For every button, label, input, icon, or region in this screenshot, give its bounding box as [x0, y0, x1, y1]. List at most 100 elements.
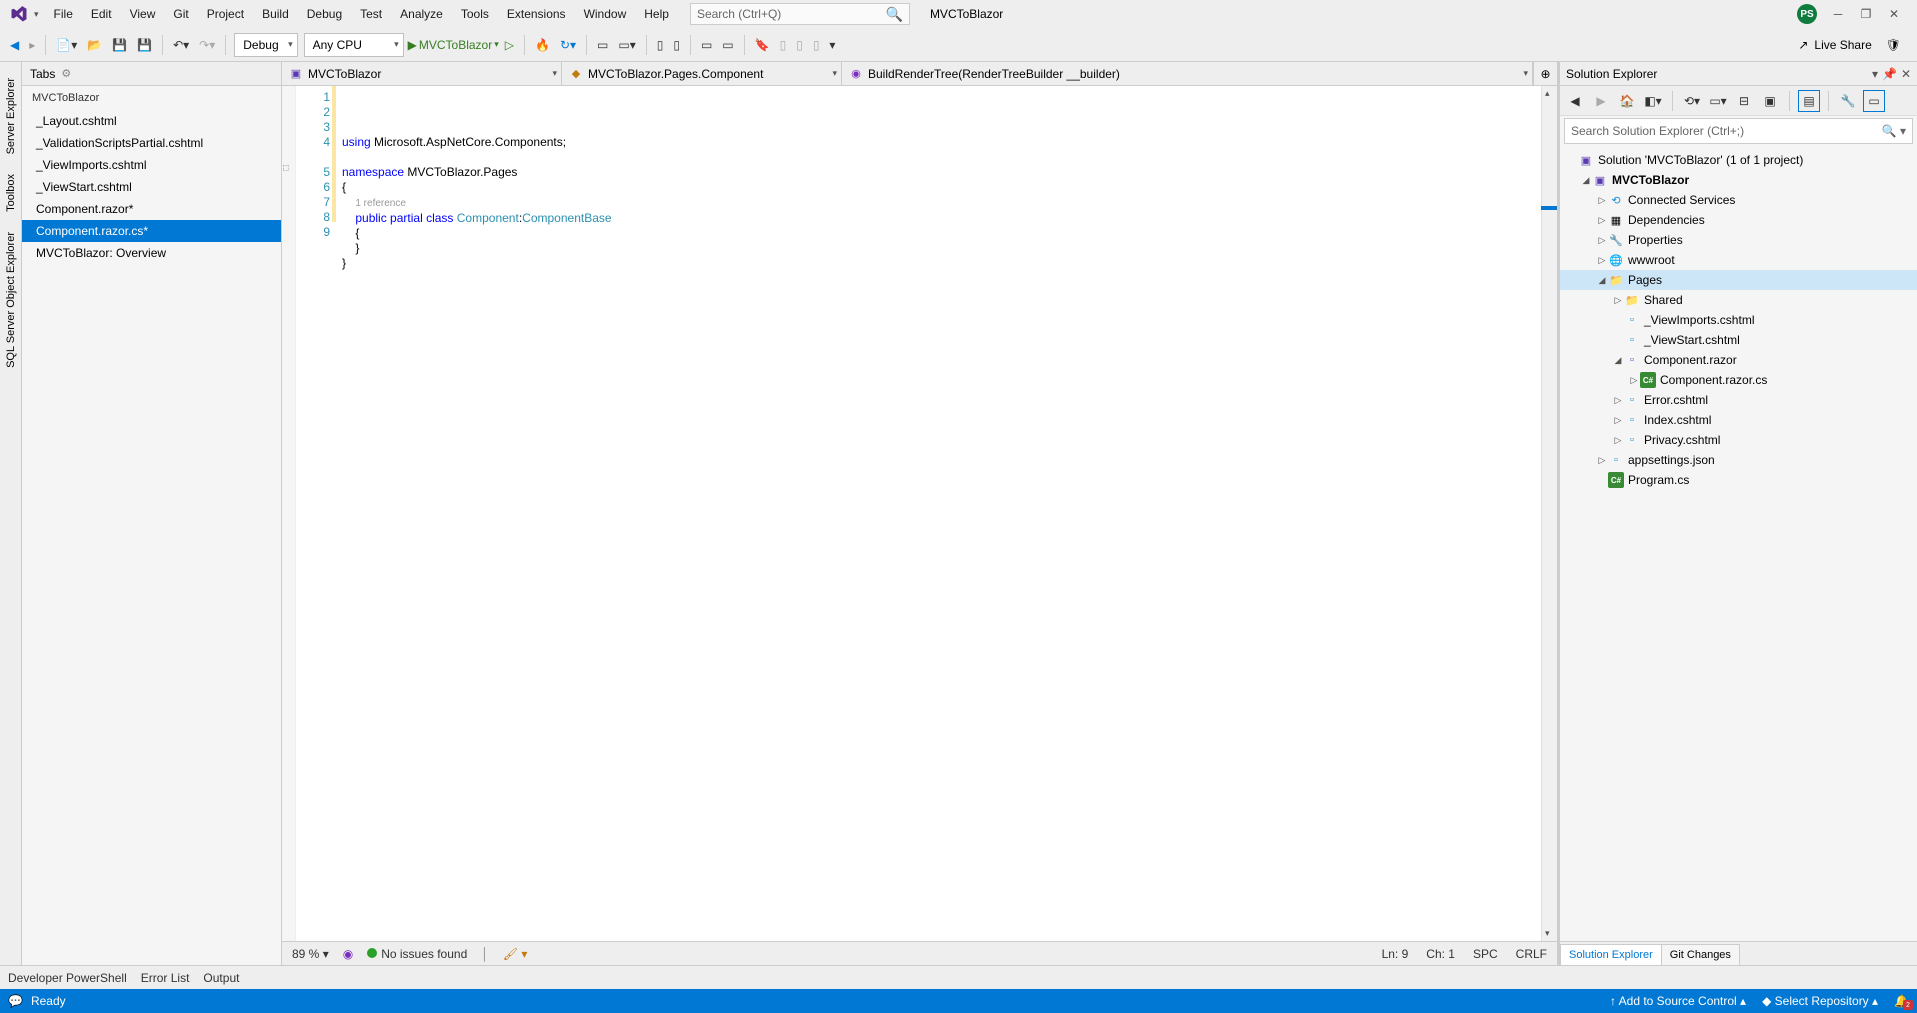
tb-icon-5[interactable]: ▭: [697, 36, 716, 54]
tb-icon-3[interactable]: ▯: [653, 36, 668, 54]
start-without-debug-button[interactable]: ▷: [501, 36, 518, 54]
user-avatar[interactable]: PS: [1797, 4, 1817, 24]
tb-icon-6[interactable]: ▭: [718, 36, 737, 54]
tb-icon-4[interactable]: ▯: [669, 36, 684, 54]
nav-scope-member[interactable]: ◉ BuildRenderTree(RenderTreeBuilder __bu…: [842, 62, 1533, 85]
tab-entry[interactable]: _Layout.cshtml: [22, 110, 281, 132]
no-issues-indicator[interactable]: No issues found: [367, 947, 467, 961]
redo-button[interactable]: ↷▾: [195, 36, 219, 54]
undo-button[interactable]: ↶▾: [169, 36, 193, 54]
show-all-icon[interactable]: ▣: [1759, 90, 1781, 112]
tab-entry[interactable]: Component.razor.cs*: [22, 220, 281, 242]
preview-selected-icon[interactable]: ▭: [1863, 90, 1885, 112]
eol-indicator[interactable]: CRLF: [1516, 947, 1547, 961]
nav-back-button[interactable]: ◀: [6, 36, 23, 54]
tab-solution-explorer[interactable]: Solution Explorer: [1560, 944, 1662, 965]
menu-view[interactable]: View: [121, 7, 165, 21]
health-indicator[interactable]: ◉: [343, 947, 353, 961]
sync-icon[interactable]: ⟲▾: [1681, 90, 1703, 112]
close-button[interactable]: ✕: [1887, 7, 1901, 21]
properties-icon[interactable]: 🔧: [1837, 90, 1859, 112]
maximize-button[interactable]: ❐: [1859, 7, 1873, 21]
appsettings-node[interactable]: ▷▫appsettings.json: [1560, 450, 1917, 470]
tab-entry[interactable]: _ViewStart.cshtml: [22, 176, 281, 198]
notifications-button[interactable]: 🔔2: [1894, 994, 1909, 1008]
new-item-button[interactable]: 📄▾: [52, 36, 81, 54]
fwd-icon[interactable]: ▶: [1590, 90, 1612, 112]
wwwroot-node[interactable]: ▷🌐wwwroot: [1560, 250, 1917, 270]
open-button[interactable]: 📂: [83, 36, 106, 54]
component-cs-node[interactable]: ▷C#Component.razor.cs: [1560, 370, 1917, 390]
save-all-button[interactable]: 💾: [133, 36, 156, 54]
solution-node[interactable]: ▣Solution 'MVCToBlazor' (1 of 1 project): [1560, 150, 1917, 170]
viewstart-node[interactable]: ▫_ViewStart.cshtml: [1560, 330, 1917, 350]
scroll-down-icon[interactable]: ▾: [1545, 928, 1550, 939]
menu-file[interactable]: File: [45, 7, 82, 21]
bookmark-button[interactable]: 🔖: [751, 36, 774, 54]
back-icon[interactable]: ◀: [1564, 90, 1586, 112]
side-tab-toolbox[interactable]: Toolbox: [3, 166, 19, 220]
index-cshtml-node[interactable]: ▷▫Index.cshtml: [1560, 410, 1917, 430]
menu-project[interactable]: Project: [198, 7, 253, 21]
menu-extensions[interactable]: Extensions: [498, 7, 575, 21]
menu-help[interactable]: Help: [635, 7, 678, 21]
scroll-up-icon[interactable]: ▴: [1545, 88, 1550, 99]
preview-icon[interactable]: ▤: [1798, 90, 1820, 112]
menu-dropdown-icon[interactable]: ▾: [34, 9, 39, 20]
gear-icon[interactable]: ⚙: [61, 67, 71, 80]
menu-git[interactable]: Git: [164, 7, 197, 21]
menu-window[interactable]: Window: [575, 7, 636, 21]
editor-scrollbar[interactable]: ▴ ▾: [1541, 86, 1557, 941]
tab-developer-powershell[interactable]: Developer PowerShell: [8, 971, 127, 985]
menu-test[interactable]: Test: [351, 7, 391, 21]
error-cshtml-node[interactable]: ▷▫Error.cshtml: [1560, 390, 1917, 410]
tab-git-changes[interactable]: Git Changes: [1661, 944, 1740, 965]
platform-combo[interactable]: Any CPU: [304, 33, 404, 57]
pin-icon[interactable]: 📌: [1882, 67, 1897, 81]
minimize-button[interactable]: ─: [1831, 7, 1845, 21]
menu-analyze[interactable]: Analyze: [391, 7, 452, 21]
properties-node[interactable]: ▷🔧Properties: [1560, 230, 1917, 250]
char-indicator[interactable]: Ch: 1: [1426, 947, 1455, 961]
select-repository[interactable]: ◆ Select Repository ▴: [1762, 994, 1878, 1008]
split-view-button[interactable]: ⊕: [1533, 62, 1557, 85]
solution-search[interactable]: Search Solution Explorer (Ctrl+;) 🔍 ▾: [1564, 118, 1913, 144]
nav-fwd-button[interactable]: ▸: [25, 36, 39, 54]
configuration-combo[interactable]: Debug: [234, 33, 297, 57]
tb-icon-8[interactable]: ▯: [792, 36, 807, 54]
privacy-cshtml-node[interactable]: ▷▫Privacy.cshtml: [1560, 430, 1917, 450]
save-button[interactable]: 💾: [108, 36, 131, 54]
filter-icon[interactable]: ▭▾: [1707, 90, 1729, 112]
tab-entry[interactable]: _ValidationScriptsPartial.cshtml: [22, 132, 281, 154]
menu-edit[interactable]: Edit: [82, 7, 121, 21]
side-tab-sql-explorer[interactable]: SQL Server Object Explorer: [3, 224, 19, 376]
zoom-combo[interactable]: 89 % ▾: [292, 947, 329, 961]
project-node[interactable]: ◢▣MVCToBlazor: [1560, 170, 1917, 190]
toolbar-overflow[interactable]: ▾: [825, 36, 839, 54]
component-razor-node[interactable]: ◢▫Component.razor: [1560, 350, 1917, 370]
feedback-icon[interactable]: 💬: [8, 994, 23, 1008]
shared-folder-node[interactable]: ▷📁Shared: [1560, 290, 1917, 310]
line-indicator[interactable]: Ln: 9: [1382, 947, 1409, 961]
indent-indicator[interactable]: SPC: [1473, 947, 1498, 961]
menu-build[interactable]: Build: [253, 7, 298, 21]
start-debug-button[interactable]: ▶ MVCToBlazor ▾: [408, 38, 499, 52]
nav-scope-class[interactable]: ◆ MVCToBlazor.Pages.Component: [562, 62, 842, 85]
tab-entry[interactable]: _ViewImports.cshtml: [22, 154, 281, 176]
tab-output[interactable]: Output: [203, 971, 239, 985]
pages-folder-node[interactable]: ◢📁Pages: [1560, 270, 1917, 290]
browser-link-button[interactable]: ↻▾: [556, 36, 580, 54]
search-input[interactable]: Search (Ctrl+Q) 🔍: [690, 3, 910, 25]
live-share-button[interactable]: ↗ Live Share 🛡: [1798, 38, 1911, 52]
nav-scope-project[interactable]: ▣ MVCToBlazor: [282, 62, 562, 85]
tb-icon-7[interactable]: ▯: [776, 36, 791, 54]
tab-error-list[interactable]: Error List: [141, 971, 190, 985]
panel-close-icon[interactable]: ✕: [1901, 67, 1911, 81]
code-content[interactable]: using Microsoft.AspNetCore.Components; n…: [338, 86, 1541, 941]
connected-services-node[interactable]: ▷⟲Connected Services: [1560, 190, 1917, 210]
menu-tools[interactable]: Tools: [452, 7, 498, 21]
panel-dropdown-icon[interactable]: ▾: [1872, 67, 1878, 81]
program-cs-node[interactable]: C#Program.cs: [1560, 470, 1917, 490]
brush-icon[interactable]: 🖌 ▾: [503, 947, 528, 961]
tb-icon-1[interactable]: ▭: [593, 36, 612, 54]
